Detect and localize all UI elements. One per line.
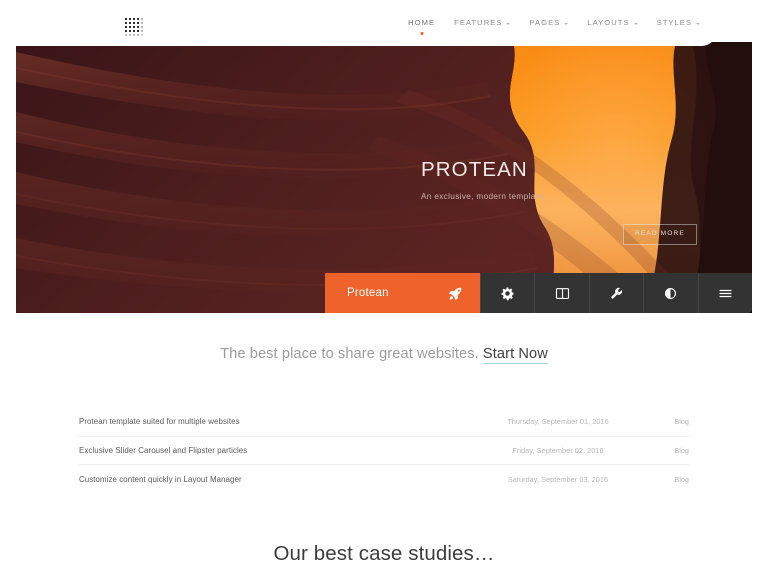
article-list: Protean template suited for multiple web…: [79, 408, 689, 494]
case-studies-heading: Our best case studies…: [273, 542, 495, 565]
chevron-down-icon: [633, 22, 638, 25]
article-category: Blog: [674, 417, 689, 427]
chevron-down-icon: [696, 22, 700, 25]
contrast-icon: [663, 286, 678, 301]
brand-label: Protean: [347, 287, 389, 299]
rocket-icon: [448, 286, 463, 301]
hero-caption: PROTEAN An exclusive, modern template: [421, 158, 544, 201]
nav-label: PAGES: [529, 18, 561, 28]
article-title: Protean template suited for multiple web…: [79, 417, 240, 427]
article-title: Customize content quickly in Layout Mana…: [79, 474, 242, 484]
dot-grid-logo-icon[interactable]: [124, 17, 144, 37]
tagline-text: The best place to share great websites.: [220, 346, 479, 362]
main-navigation: HOME FEATURES PAGES LAYOUTS STYLES: [408, 0, 700, 46]
table-row[interactable]: Protean template suited for multiple web…: [79, 408, 689, 437]
hero-section: HOME FEATURES PAGES LAYOUTS STYLES PROTE…: [0, 0, 752, 313]
gear-icon: [500, 286, 515, 301]
table-row[interactable]: Customize content quickly in Layout Mana…: [79, 465, 689, 494]
active-indicator-dot: [420, 31, 424, 35]
article-title: Exclusive Slider Carousel and Flipster p…: [79, 445, 248, 455]
settings-button[interactable]: [480, 273, 535, 313]
article-category: Blog: [674, 474, 689, 484]
layout-button[interactable]: [534, 273, 589, 313]
table-row[interactable]: Exclusive Slider Carousel and Flipster p…: [79, 437, 689, 465]
nav-item-styles[interactable]: STYLES: [657, 16, 700, 30]
nav-label: LAYOUTS: [587, 18, 630, 28]
article-category: Blog: [674, 445, 689, 455]
chevron-down-icon: [564, 22, 569, 25]
feature-icon-bar: Protean: [325, 273, 752, 313]
nav-label: STYLES: [656, 18, 692, 28]
page-root: HOME FEATURES PAGES LAYOUTS STYLES PROTE…: [0, 0, 768, 576]
article-date: Thursday, September 01, 2016: [507, 417, 609, 427]
nav-label: HOME: [408, 18, 436, 28]
menu-button[interactable]: [697, 273, 752, 313]
nav-item-features[interactable]: FEATURES: [454, 16, 511, 30]
nav-item-pages[interactable]: PAGES: [529, 16, 569, 30]
article-date: Saturday, September 03, 2016: [507, 474, 609, 484]
tools-button[interactable]: [588, 273, 644, 313]
site-header: HOME FEATURES PAGES LAYOUTS STYLES: [0, 0, 716, 46]
start-now-link[interactable]: Start Now: [482, 346, 548, 364]
chevron-down-icon: [506, 22, 511, 25]
nav-label: FEATURES: [454, 18, 503, 28]
hamburger-menu-icon: [718, 286, 733, 301]
columns-layout-icon: [555, 286, 570, 301]
article-date: Friday, September 02, 2016: [512, 445, 604, 455]
wrench-icon: [609, 286, 624, 301]
contrast-button[interactable]: [643, 273, 698, 313]
tagline: The best place to share great websites. …: [0, 346, 768, 364]
hero-title: PROTEAN: [421, 158, 528, 181]
brand-button[interactable]: Protean: [325, 273, 480, 313]
hero-subtitle: An exclusive, modern template: [421, 191, 544, 201]
read-more-button[interactable]: READ MORE: [623, 224, 697, 245]
nav-item-home[interactable]: HOME: [408, 16, 436, 35]
nav-item-layouts[interactable]: LAYOUTS: [587, 16, 638, 30]
